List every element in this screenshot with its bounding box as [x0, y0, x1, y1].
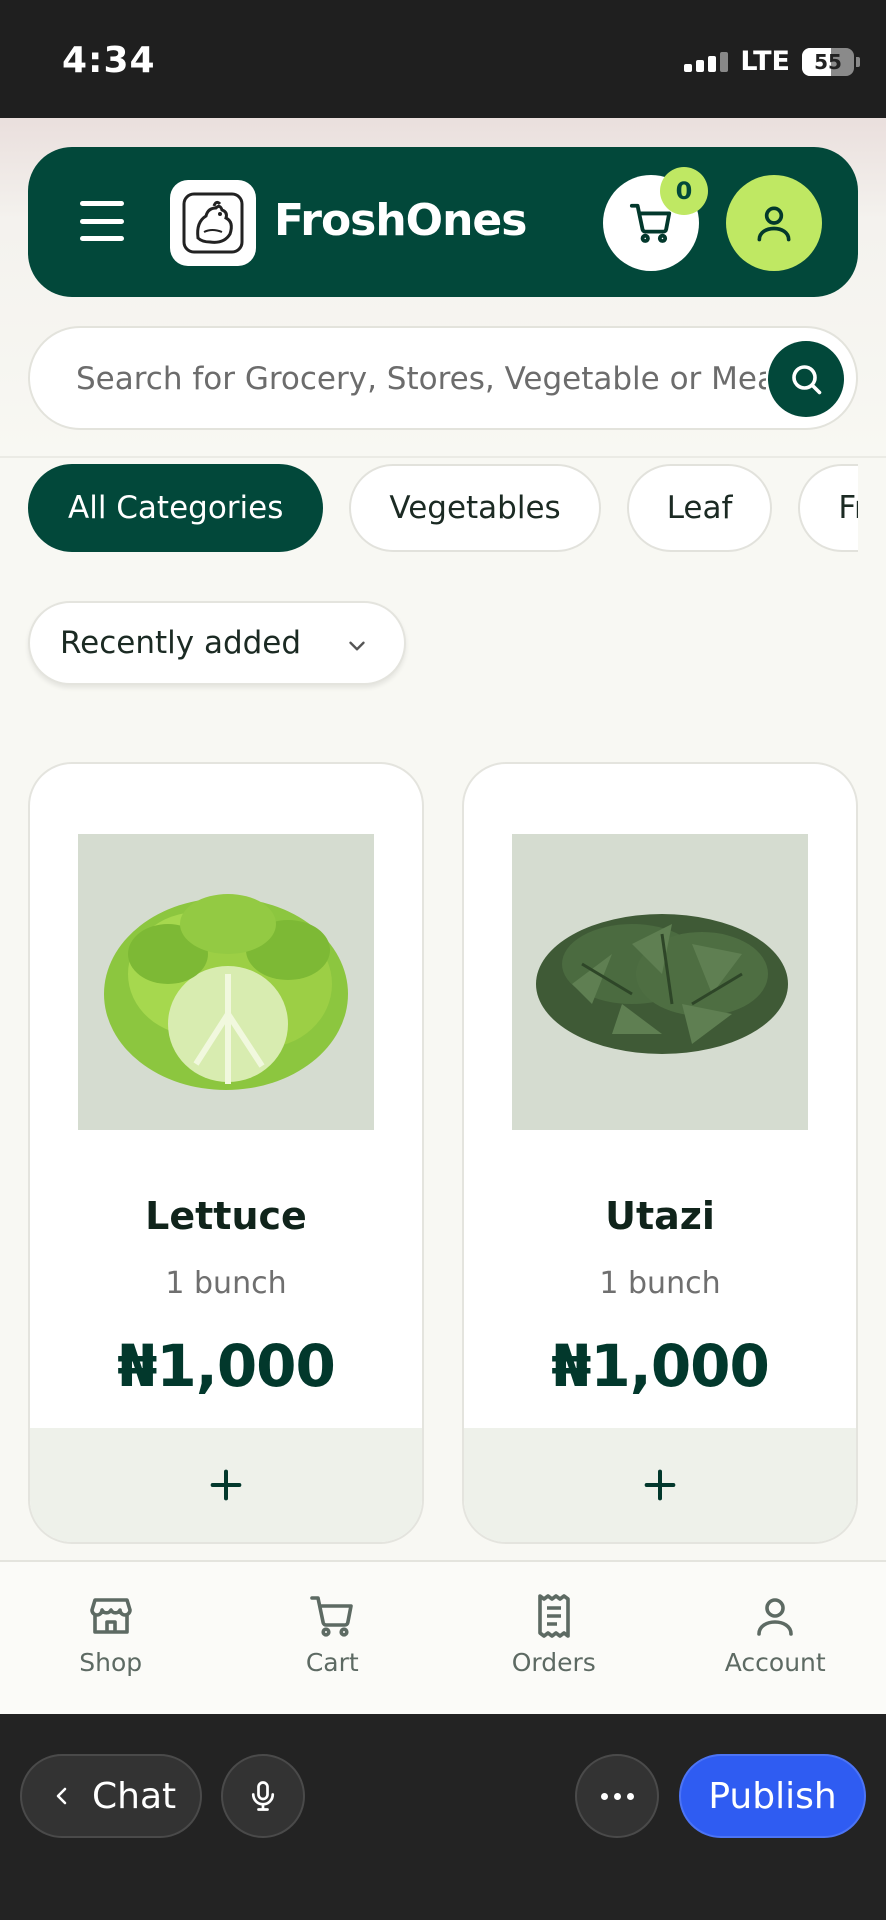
more-dots-icon — [600, 1792, 608, 1800]
sort-label: Recently added — [60, 625, 302, 661]
product-image-lettuce — [78, 834, 374, 1130]
product-unit: 1 bunch — [599, 1266, 721, 1301]
nav-label-cart: Cart — [305, 1648, 359, 1677]
editor-toolbar: Chat Publish — [0, 1714, 886, 1920]
cart-count-badge: 0 — [660, 167, 708, 215]
battery-icon: 55 — [802, 47, 854, 76]
product-unit: 1 bunch — [165, 1266, 287, 1301]
receipt-icon — [537, 1594, 570, 1638]
chicken-logo-icon — [170, 180, 256, 266]
header-divider — [0, 456, 886, 458]
product-card[interactable]: Lettuce 1 bunch ₦1,000 — [28, 762, 424, 1544]
network-type: LTE — [740, 46, 790, 77]
user-icon — [757, 1598, 794, 1636]
header-account-button[interactable] — [726, 175, 822, 271]
search-icon — [792, 365, 822, 395]
search-bar — [28, 326, 858, 430]
status-bar: 4:34 LTE 55 — [0, 0, 886, 118]
product-image-utazi — [512, 834, 808, 1130]
status-time: 4:34 — [62, 40, 156, 81]
search-button[interactable] — [768, 341, 844, 417]
chat-label: Chat — [92, 1775, 177, 1817]
battery-level: 55 — [814, 49, 842, 74]
status-indicators: LTE 55 — [684, 46, 860, 77]
app-header: FroshOnes 0 — [28, 147, 858, 297]
category-chip-fruits[interactable]: Fr — [798, 464, 858, 552]
category-chips: All Categories Vegetables Leaf Fr — [28, 464, 858, 554]
publish-button[interactable]: Publish — [679, 1754, 866, 1838]
chat-button[interactable]: Chat — [20, 1754, 202, 1838]
plus-icon — [644, 1469, 676, 1501]
chevron-left-icon — [56, 1787, 67, 1805]
microphone-button[interactable] — [221, 1754, 305, 1838]
more-options-button[interactable] — [575, 1754, 659, 1838]
nav-item-account[interactable]: Account — [665, 1562, 886, 1714]
nav-label-orders: Orders — [511, 1648, 596, 1677]
cart-icon — [310, 1596, 354, 1637]
product-price: ₦1,000 — [117, 1332, 336, 1400]
hamburger-menu-icon[interactable] — [80, 199, 124, 243]
category-chip-all[interactable]: All Categories — [28, 464, 324, 552]
nav-label-shop: Shop — [79, 1648, 143, 1677]
signal-icon — [684, 51, 729, 72]
nav-item-orders[interactable]: Orders — [443, 1562, 665, 1714]
brand-name: FroshOnes — [274, 195, 527, 246]
category-chip-leaf[interactable]: Leaf — [626, 464, 773, 552]
add-to-cart-button[interactable] — [464, 1428, 856, 1542]
sort-dropdown[interactable]: Recently added — [28, 601, 406, 685]
plus-icon — [210, 1469, 242, 1501]
nav-item-cart[interactable]: Cart — [222, 1562, 444, 1714]
chevron-down-icon — [349, 641, 365, 651]
product-name: Utazi — [605, 1194, 715, 1238]
nav-label-account: Account — [724, 1648, 826, 1677]
nav-item-shop[interactable]: Shop — [0, 1562, 222, 1714]
product-name: Lettuce — [145, 1194, 307, 1238]
bottom-navigation: Shop Cart Orders Account — [0, 1560, 886, 1714]
product-card[interactable]: Utazi 1 bunch ₦1,000 — [462, 762, 858, 1544]
shop-icon — [89, 1598, 132, 1634]
add-to-cart-button[interactable] — [30, 1428, 422, 1542]
microphone-icon — [251, 1781, 275, 1811]
category-chip-vegetables[interactable]: Vegetables — [349, 464, 601, 552]
search-input[interactable] — [76, 354, 766, 404]
user-icon — [757, 206, 791, 242]
product-price: ₦1,000 — [551, 1332, 770, 1400]
